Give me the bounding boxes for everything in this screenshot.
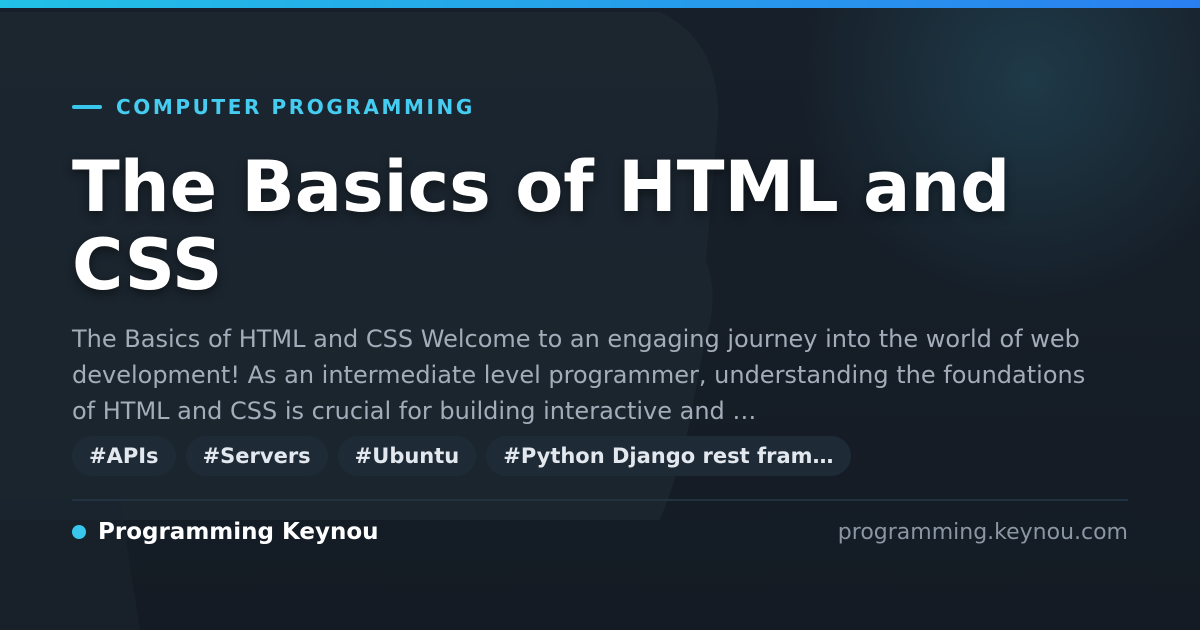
top-accent-bar [0, 0, 1200, 8]
category-text: COMPUTER PROGRAMMING [116, 95, 475, 119]
site-url[interactable]: programming.keynou.com [838, 520, 1128, 545]
footer-divider [72, 499, 1128, 501]
article-title: The Basics of HTML and CSS [72, 146, 1011, 306]
tag-python-django[interactable]: #Python Django rest fram… [486, 436, 851, 476]
category-label: COMPUTER PROGRAMMING [72, 95, 475, 119]
tag-ubuntu[interactable]: #Ubuntu [337, 436, 477, 476]
brand[interactable]: Programming Keynou [72, 519, 379, 545]
tag-list: #APIs #Servers #Ubuntu #Python Django re… [72, 436, 851, 476]
brand-name: Programming Keynou [98, 519, 379, 545]
article-excerpt: The Basics of HTML and CSS Welcome to an… [72, 325, 1086, 425]
tag-apis[interactable]: #APIs [72, 436, 176, 476]
brand-dot-icon [72, 525, 86, 539]
category-accent-line [72, 105, 102, 109]
tag-servers[interactable]: #Servers [185, 436, 328, 476]
